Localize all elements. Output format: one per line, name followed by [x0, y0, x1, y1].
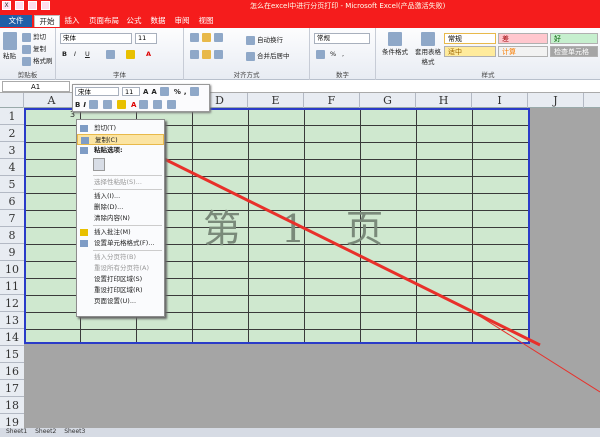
mini-align-center-icon[interactable] [88, 100, 98, 109]
mini-size-dropdown[interactable]: 11 [122, 87, 140, 96]
mini-font-color-icon[interactable]: A [131, 101, 136, 109]
copy-icon [81, 137, 89, 144]
menu-item-reset-print-area[interactable]: 重设打印区域(R) [77, 285, 164, 296]
mini-increase-decimal-icon[interactable] [139, 100, 149, 109]
mini-toolbar: 宋体 11 A A % , B I A [72, 84, 210, 112]
percent-icon[interactable]: % [174, 88, 181, 96]
format-table-icon[interactable] [189, 87, 199, 96]
menu-item-reset-page-breaks[interactable]: 重设所有分页符(A) [77, 263, 164, 274]
menu-item-label: 粘贴选项: [94, 146, 123, 154]
menu-item-page-setup[interactable]: 页面设置(U)... [77, 296, 164, 307]
menu-item-format-cells[interactable]: 设置单元格格式(F)... [77, 238, 164, 249]
arrow-tail-line [469, 309, 600, 393]
comma-icon[interactable]: , [184, 88, 187, 96]
menu-item-paste-special[interactable]: 选择性粘贴(S)... [77, 177, 164, 188]
menu-item-label: 剪切(T) [94, 124, 117, 132]
menu-item-delete[interactable]: 删除(D)... [77, 202, 164, 213]
sheet-tabs: Sheet1 Sheet2 Sheet3 [0, 428, 600, 437]
menu-item-insert-page-break[interactable]: 插入分页符(B) [77, 252, 164, 263]
paste-option-icon [93, 158, 105, 171]
sheet-tab[interactable]: Sheet1 [6, 428, 27, 435]
menu-item-cut[interactable]: 剪切(T) [77, 123, 164, 134]
menu-item-set-print-area[interactable]: 设置打印区域(S) [77, 274, 164, 285]
scissors-icon [80, 125, 88, 132]
comment-icon [80, 229, 88, 236]
menu-item-paste-options: 粘贴选项: [77, 145, 164, 156]
mini-bold-button[interactable]: B [75, 101, 80, 109]
context-menu: 剪切(T) 复制(C) 粘贴选项: 选择性粘贴(S)... 插入(I)... 删… [76, 119, 165, 317]
mini-italic-button[interactable]: I [83, 101, 86, 109]
menu-separator [93, 189, 162, 190]
menu-separator [93, 225, 162, 226]
menu-separator [93, 175, 162, 176]
mini-decrease-decimal-icon[interactable] [153, 100, 163, 109]
arrow-shaft [129, 140, 541, 347]
mini-fill-icon[interactable] [116, 100, 126, 109]
menu-item-label: 插入批注(M) [94, 228, 131, 236]
shrink-font-icon[interactable]: A [151, 88, 156, 96]
menu-separator [93, 250, 162, 251]
mini-format-painter-icon[interactable] [167, 100, 177, 109]
menu-item-copy[interactable]: 复制(C) [77, 134, 164, 145]
grow-font-icon[interactable]: A [143, 88, 148, 96]
menu-item-clear-contents[interactable]: 清除内容(N) [77, 213, 164, 224]
menu-item-label: 复制(C) [95, 136, 118, 144]
mini-border-icon[interactable] [102, 100, 112, 109]
format-cells-icon [80, 240, 88, 247]
menu-item-paste-button[interactable] [77, 157, 164, 173]
sheet-tab[interactable]: Sheet3 [64, 428, 85, 435]
menu-item-insert[interactable]: 插入(I)... [77, 191, 164, 202]
menu-item-insert-comment[interactable]: 插入批注(M) [77, 227, 164, 238]
paste-icon [80, 147, 88, 154]
sheet-tab[interactable]: Sheet2 [35, 428, 56, 435]
currency-icon[interactable] [159, 87, 169, 96]
menu-item-label: 设置单元格格式(F)... [94, 239, 155, 247]
mini-font-dropdown[interactable]: 宋体 [75, 87, 119, 96]
